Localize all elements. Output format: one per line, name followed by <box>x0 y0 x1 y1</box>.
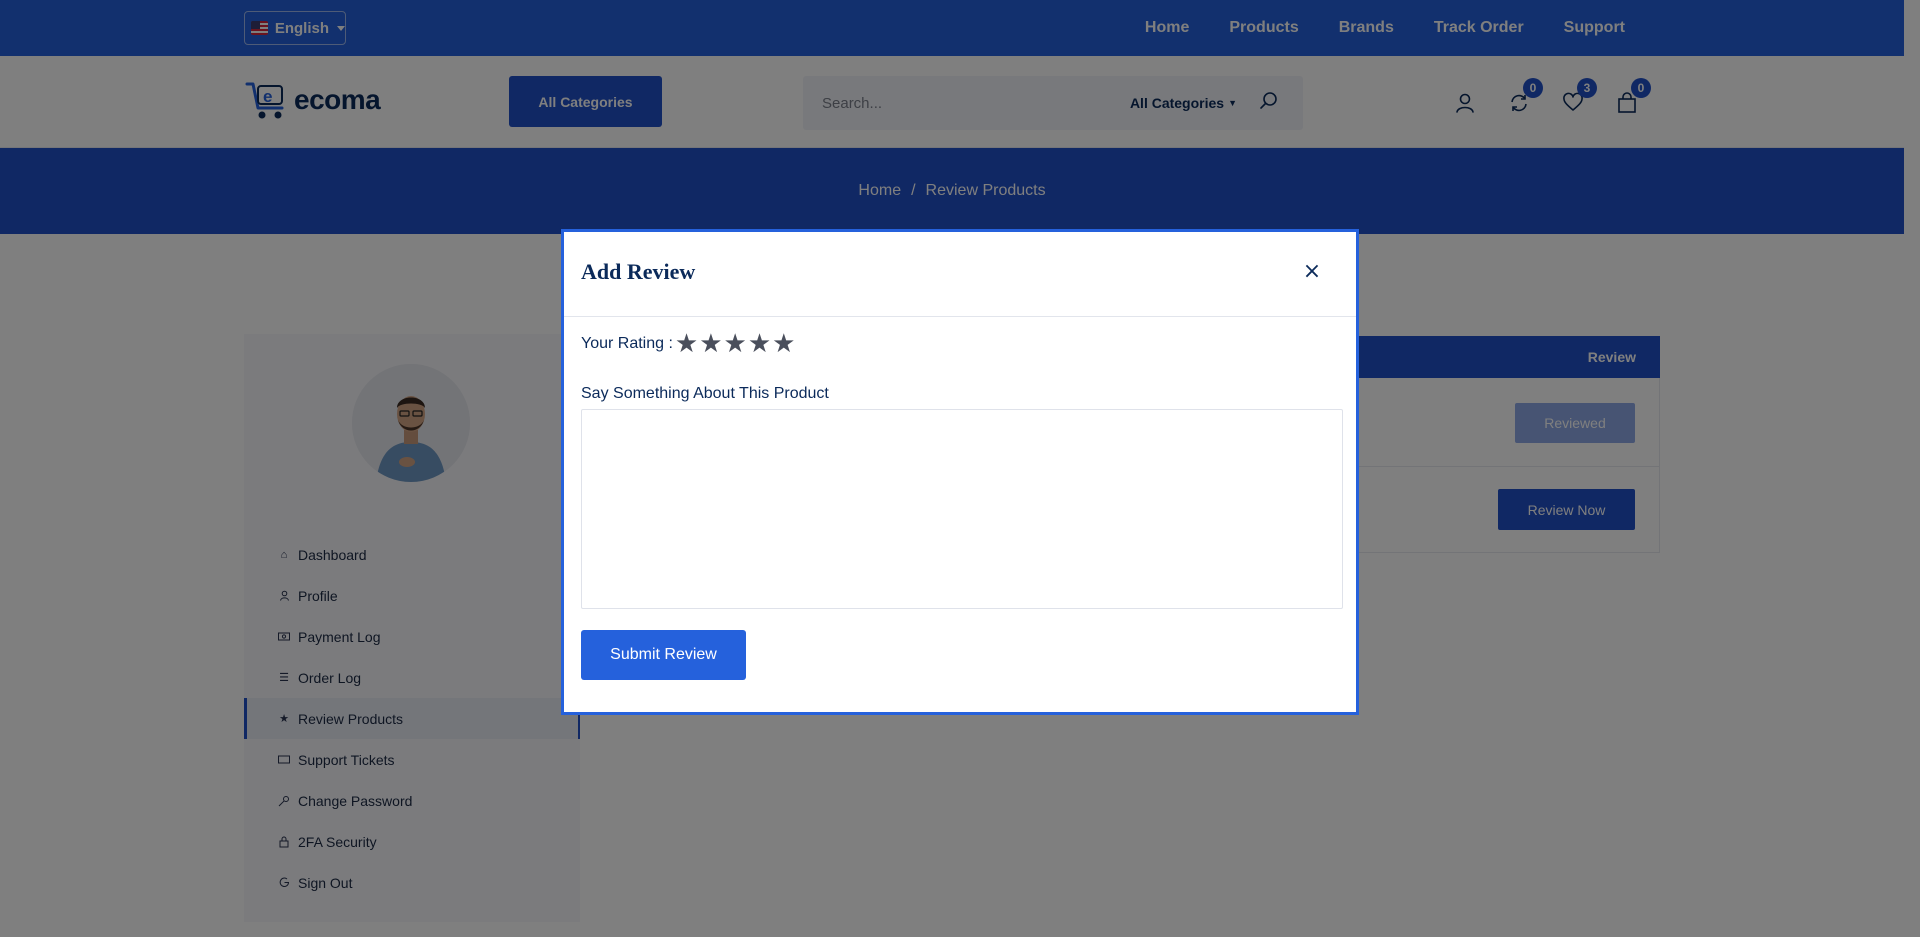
review-textarea[interactable] <box>581 409 1343 609</box>
review-text-label: Say Something About This Product <box>581 385 829 402</box>
add-review-modal: Add Review × Your Rating : ★ ★ ★ ★ ★ Say… <box>561 229 1359 715</box>
star-icon[interactable]: ★ <box>748 331 771 357</box>
rating-label: Your Rating : <box>581 335 673 352</box>
star-rating: ★ ★ ★ ★ ★ <box>675 331 796 357</box>
modal-title: Add Review <box>581 259 696 284</box>
rating-row: Your Rating : ★ ★ ★ ★ ★ <box>581 331 796 357</box>
close-icon[interactable]: × <box>1302 261 1322 283</box>
star-icon[interactable]: ★ <box>724 331 747 357</box>
modal-header: Add Review × <box>564 232 1356 317</box>
submit-review-button[interactable]: Submit Review <box>581 630 746 680</box>
star-icon[interactable]: ★ <box>699 331 722 357</box>
star-icon[interactable]: ★ <box>675 331 698 357</box>
star-icon[interactable]: ★ <box>772 331 795 357</box>
